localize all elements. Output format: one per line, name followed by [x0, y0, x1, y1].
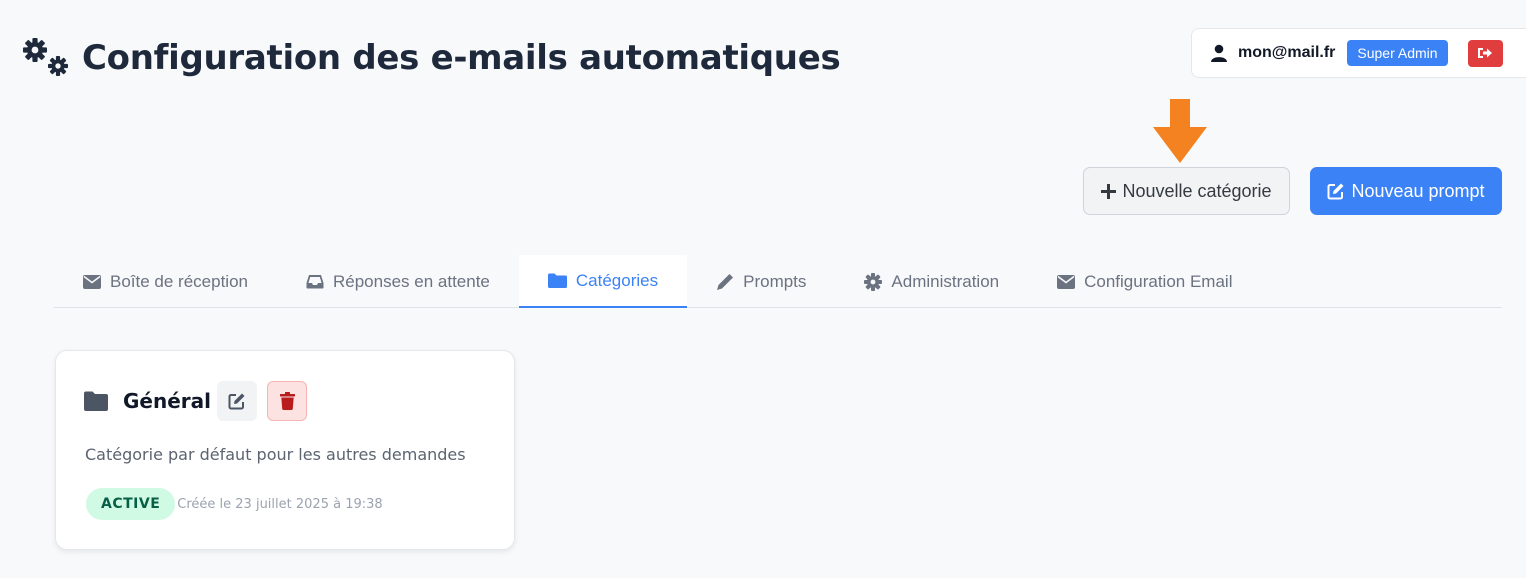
- pencil-icon: [717, 273, 734, 290]
- tab-administration[interactable]: Administration: [835, 255, 1028, 308]
- user-icon: [1211, 44, 1227, 62]
- category-card-header: Général: [84, 381, 307, 421]
- tab-categories[interactable]: Catégories: [518, 255, 688, 308]
- tab-label: Réponses en attente: [332, 271, 490, 291]
- tab-label: Configuration Email: [1084, 271, 1233, 291]
- category-card-footer: ACTIVE Créée le 23 juillet 2025 à 19:38: [86, 488, 383, 520]
- tab-inbox[interactable]: Boîte de réception: [54, 255, 277, 308]
- status-badge: ACTIVE: [86, 488, 176, 520]
- tab-label: Prompts: [743, 271, 807, 291]
- gear-icon: [864, 272, 883, 291]
- page-header: Configuration des e-mails automatiques: [22, 36, 841, 80]
- tab-label: Administration: [891, 271, 1000, 291]
- edit-category-button[interactable]: [217, 381, 257, 421]
- new-prompt-label: Nouveau prompt: [1351, 180, 1485, 201]
- edit-icon: [1327, 183, 1344, 200]
- category-card: Général Catégorie par défaut pour les au…: [55, 350, 515, 550]
- category-description: Catégorie par défaut pour les autres dem…: [85, 445, 466, 464]
- tab-email-configuration[interactable]: Configuration Email: [1028, 255, 1261, 308]
- annotation-arrow: [1153, 99, 1207, 163]
- tab-label: Catégories: [575, 270, 659, 290]
- page-title: Configuration des e-mails automatiques: [82, 38, 841, 78]
- envelope-icon: [1057, 274, 1076, 289]
- new-prompt-button[interactable]: Nouveau prompt: [1310, 167, 1502, 215]
- new-category-label: Nouvelle catégorie: [1122, 180, 1272, 201]
- plus-icon: [1101, 183, 1117, 199]
- user-email: mon@mail.fr: [1238, 44, 1336, 61]
- sign-out-icon: [1478, 48, 1493, 58]
- trash-icon: [279, 392, 295, 410]
- delete-category-button[interactable]: [267, 381, 307, 421]
- gears-icon: [23, 38, 68, 76]
- inbox-icon: [306, 275, 324, 289]
- folder-icon: [547, 273, 567, 288]
- new-category-button[interactable]: Nouvelle catégorie: [1083, 167, 1290, 215]
- tab-pending-replies[interactable]: Réponses en attente: [277, 255, 519, 308]
- role-badge: Super Admin: [1347, 40, 1448, 66]
- envelope-icon: [83, 274, 101, 289]
- tab-prompts[interactable]: Prompts: [687, 255, 835, 308]
- edit-icon: [228, 393, 245, 410]
- folder-icon: [84, 391, 108, 411]
- user-panel: mon@mail.fr Super Admin: [1191, 28, 1526, 78]
- tab-bar: Boîte de réception Réponses en attente C…: [54, 255, 1502, 308]
- tab-label: Boîte de réception: [110, 271, 248, 291]
- category-name: Général: [123, 389, 211, 413]
- created-date: Créée le 23 juillet 2025 à 19:38: [177, 496, 383, 512]
- logout-button[interactable]: [1467, 39, 1503, 67]
